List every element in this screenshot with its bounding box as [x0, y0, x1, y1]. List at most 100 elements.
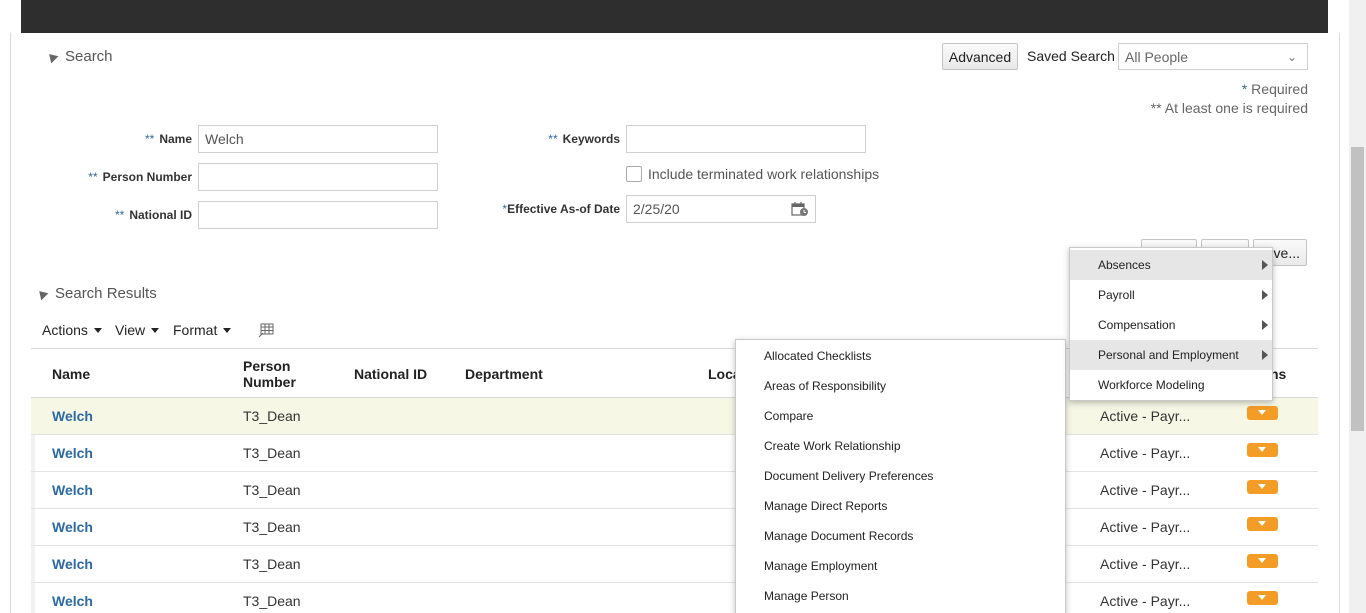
saved-search-select[interactable]: All People ⌄: [1118, 43, 1308, 70]
table-row[interactable]: Welch T3_Dean Active - Payr...: [31, 509, 1318, 546]
row-name-link[interactable]: Welch: [52, 482, 93, 498]
scrollbar-thumb[interactable]: [1351, 147, 1364, 431]
person-number-label-text: Person Number: [102, 170, 192, 184]
submenu-arrow-icon: [1262, 260, 1268, 270]
menu-item-allocated-checklists[interactable]: Allocated Checklists: [736, 341, 1065, 371]
at-least-one-note: ** At least one is required: [1150, 100, 1308, 116]
effective-date-label: *Effective As-of Date: [470, 202, 620, 216]
column-header-person-number-line2: Number: [243, 374, 296, 390]
menu-item-manage-direct-reports[interactable]: Manage Direct Reports: [736, 491, 1065, 521]
row-actions-button[interactable]: [1247, 517, 1278, 531]
menu-item-payroll[interactable]: Payroll: [1070, 280, 1272, 310]
table-row[interactable]: Welch T3_Dean Active - Payr...: [31, 435, 1318, 472]
caret-down-icon: [223, 327, 232, 333]
advanced-button[interactable]: Advanced: [942, 43, 1018, 70]
row-person-number: T3_Dean: [243, 593, 301, 609]
menu-item-label: Manage Person: [764, 589, 849, 603]
national-id-label-text: National ID: [129, 208, 192, 222]
row-actions-button[interactable]: [1247, 406, 1278, 420]
column-header-national-id[interactable]: National ID: [354, 366, 427, 382]
saved-search-label: Saved Search: [1027, 48, 1115, 64]
required-star: *: [1241, 81, 1248, 97]
effective-date-field[interactable]: 2/25/20: [626, 195, 816, 223]
menu-item-manage-document-records[interactable]: Manage Document Records: [736, 521, 1065, 551]
menu-item-manage-person[interactable]: Manage Person: [736, 581, 1065, 611]
menu-item-label: Allocated Checklists: [764, 349, 872, 363]
frame-border-right: [1339, 33, 1340, 613]
saved-search-value: All People: [1125, 48, 1189, 65]
person-number-field[interactable]: [198, 163, 438, 191]
include-terminated-label: Include terminated work relationships: [648, 166, 880, 182]
keywords-field[interactable]: [626, 125, 866, 153]
row-name-link[interactable]: Welch: [52, 408, 93, 424]
format-menu-label: Format: [173, 322, 218, 338]
menu-item-compensation[interactable]: Compensation: [1070, 310, 1272, 340]
row-actions-button[interactable]: [1247, 591, 1278, 605]
row-name-link[interactable]: Welch: [52, 445, 93, 461]
top-bar: [21, 0, 1328, 33]
row-name-link[interactable]: Welch: [52, 519, 93, 535]
menu-item-create-work-relationship[interactable]: Create Work Relationship: [736, 431, 1065, 461]
name-field[interactable]: Welch: [198, 125, 438, 153]
table-row[interactable]: Welch T3_Dean Active - Payr...: [31, 472, 1318, 509]
row-status: Active - Payr...: [1100, 593, 1191, 609]
table-row[interactable]: Welch T3_Dean Active - Payr...: [31, 546, 1318, 583]
required-star: **: [88, 170, 98, 184]
menu-item-compare[interactable]: Compare: [736, 401, 1065, 431]
column-header-name[interactable]: Name: [52, 366, 90, 382]
column-header-person-number[interactable]: Person Number: [243, 358, 296, 390]
calendar-icon[interactable]: [791, 201, 809, 220]
collapse-triangle-icon[interactable]: [45, 50, 59, 63]
menu-item-personal-and-employment[interactable]: Personal and Employment: [1070, 340, 1272, 370]
advanced-button-label: Advanced: [948, 48, 1012, 65]
row-actions-button[interactable]: [1247, 443, 1278, 457]
row-name-link[interactable]: Welch: [52, 593, 93, 609]
actions-menu[interactable]: Actions: [42, 322, 102, 338]
required-star: **: [144, 132, 155, 146]
row-name-link[interactable]: Welch: [52, 556, 93, 572]
menu-item-label: Payroll: [1098, 288, 1135, 302]
name-field-value: Welch: [205, 131, 244, 147]
effective-date-value: 2/25/20: [633, 201, 680, 217]
row-actions-button[interactable]: [1247, 480, 1278, 494]
include-terminated-checkbox[interactable]: [626, 166, 642, 182]
submenu-arrow-icon: [1262, 290, 1268, 300]
search-results-title: Search Results: [55, 285, 157, 302]
required-note-text: Required: [1251, 81, 1308, 97]
menu-item-label: Create Work Relationship: [764, 439, 901, 453]
format-menu[interactable]: Format: [173, 322, 232, 338]
search-section-header[interactable]: Search: [45, 48, 113, 65]
row-person-number: T3_Dean: [243, 519, 301, 535]
required-star: **: [114, 208, 125, 222]
search-title: Search: [65, 48, 113, 65]
menu-item-manage-employment[interactable]: Manage Employment: [736, 551, 1065, 581]
menu-item-label: Workforce Modeling: [1098, 378, 1205, 392]
row-status: Active - Payr...: [1100, 556, 1191, 572]
menu-item-document-delivery-preferences[interactable]: Document Delivery Preferences: [736, 461, 1065, 491]
view-menu-label: View: [115, 322, 146, 338]
name-label-text: Name: [159, 132, 192, 146]
menu-item-label: Personal and Employment: [1098, 348, 1239, 362]
column-header-person-number-line1: Person: [243, 358, 291, 374]
view-menu[interactable]: View: [115, 322, 160, 338]
row-status: Active - Payr...: [1100, 408, 1191, 424]
menu-item-absences[interactable]: Absences: [1070, 250, 1272, 280]
national-id-field[interactable]: [198, 201, 438, 229]
personal-employment-submenu: Allocated Checklists Areas of Responsibi…: [735, 339, 1066, 613]
row-person-number: T3_Dean: [243, 408, 301, 424]
menu-item-areas-of-responsibility[interactable]: Areas of Responsibility: [736, 371, 1065, 401]
table-row[interactable]: Welch T3_Dean Active - Payr...: [31, 583, 1318, 613]
table-row[interactable]: Welch T3_Dean Active - Payr...: [31, 398, 1318, 435]
row-status: Active - Payr...: [1100, 445, 1191, 461]
row-actions-button[interactable]: [1247, 554, 1278, 568]
column-header-department[interactable]: Department: [465, 366, 543, 382]
menu-item-label: Compensation: [1098, 318, 1176, 332]
person-number-label: ** Person Number: [40, 170, 192, 184]
menu-item-workforce-modeling[interactable]: Workforce Modeling: [1070, 370, 1272, 400]
keywords-label-text: Keywords: [562, 132, 620, 146]
keywords-label: ** Keywords: [500, 132, 620, 146]
search-results-header[interactable]: Search Results: [35, 285, 157, 302]
menu-item-label: Compare: [764, 409, 814, 423]
collapse-triangle-icon[interactable]: [35, 287, 49, 300]
freeze-columns-icon[interactable]: [257, 321, 275, 344]
